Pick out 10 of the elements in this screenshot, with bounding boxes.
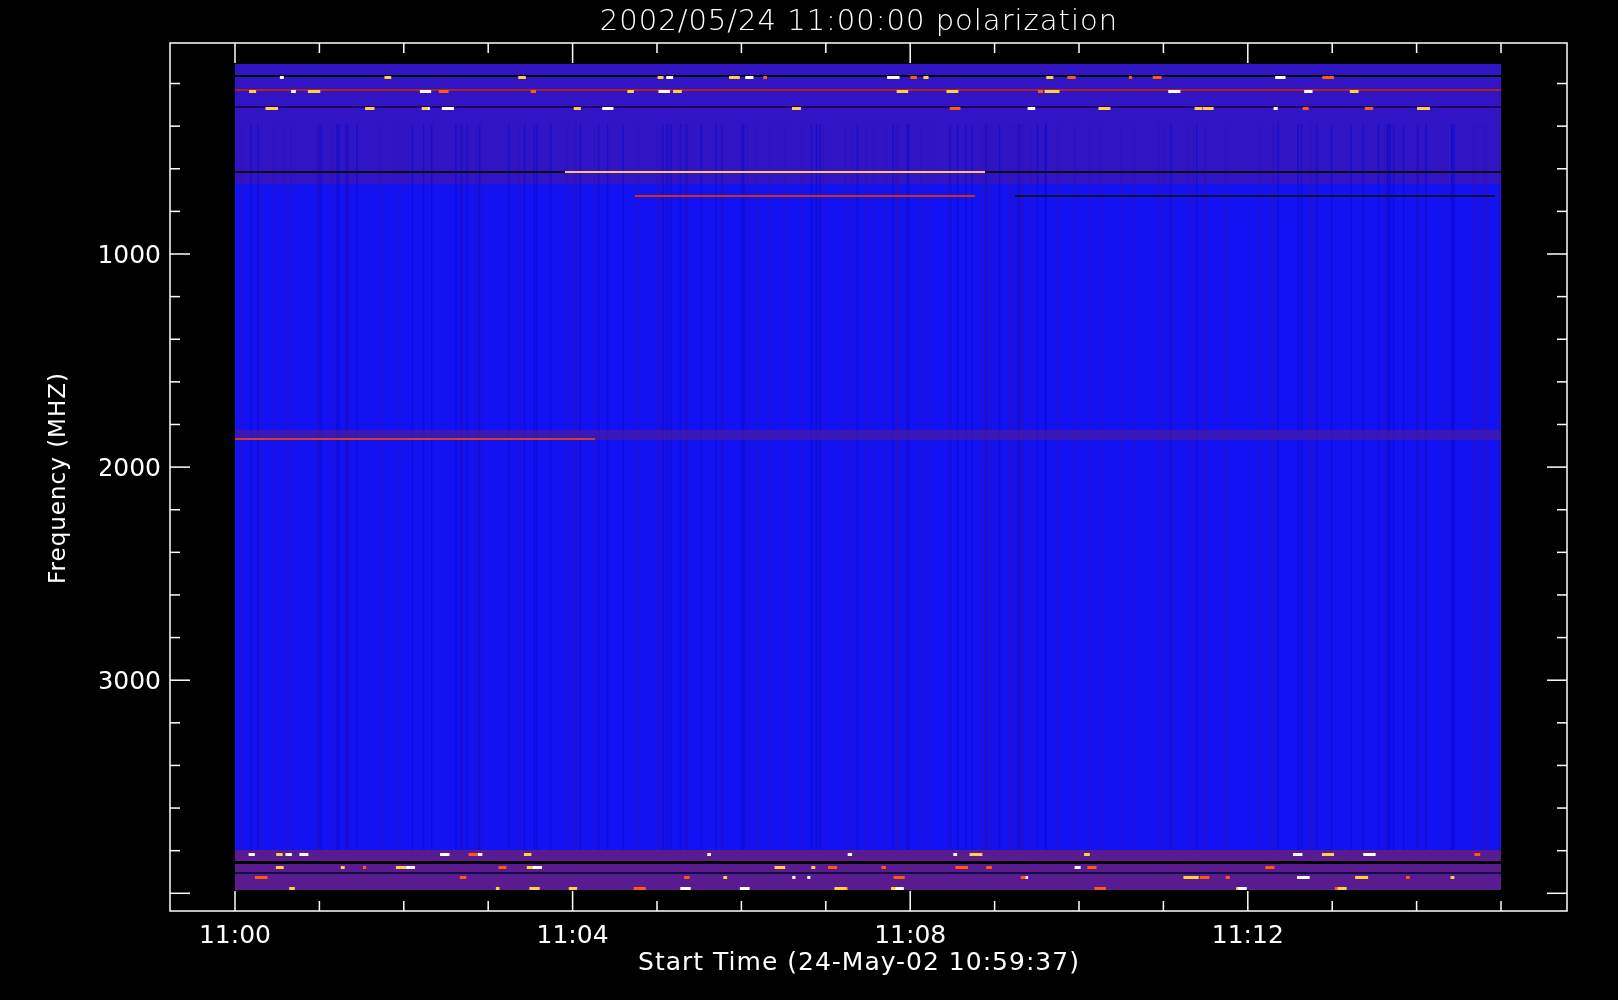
chart-title: 2002/05/24 11:00:00 polarization [599, 3, 1119, 37]
tick-label: 11:12 [1211, 920, 1284, 949]
tick-label: 11:00 [199, 920, 271, 949]
axis-label: Start Time (24-May-02 10:59:37) [638, 947, 1080, 976]
axis-label: Frequency (MHZ) [44, 371, 70, 584]
tick-label: 1000 [100, 240, 161, 269]
tick-label: 2000 [100, 453, 161, 483]
tick-label: 11:04 [536, 920, 609, 949]
tick-label: 3000 [100, 666, 161, 696]
tick-label: 11:08 [874, 920, 947, 949]
